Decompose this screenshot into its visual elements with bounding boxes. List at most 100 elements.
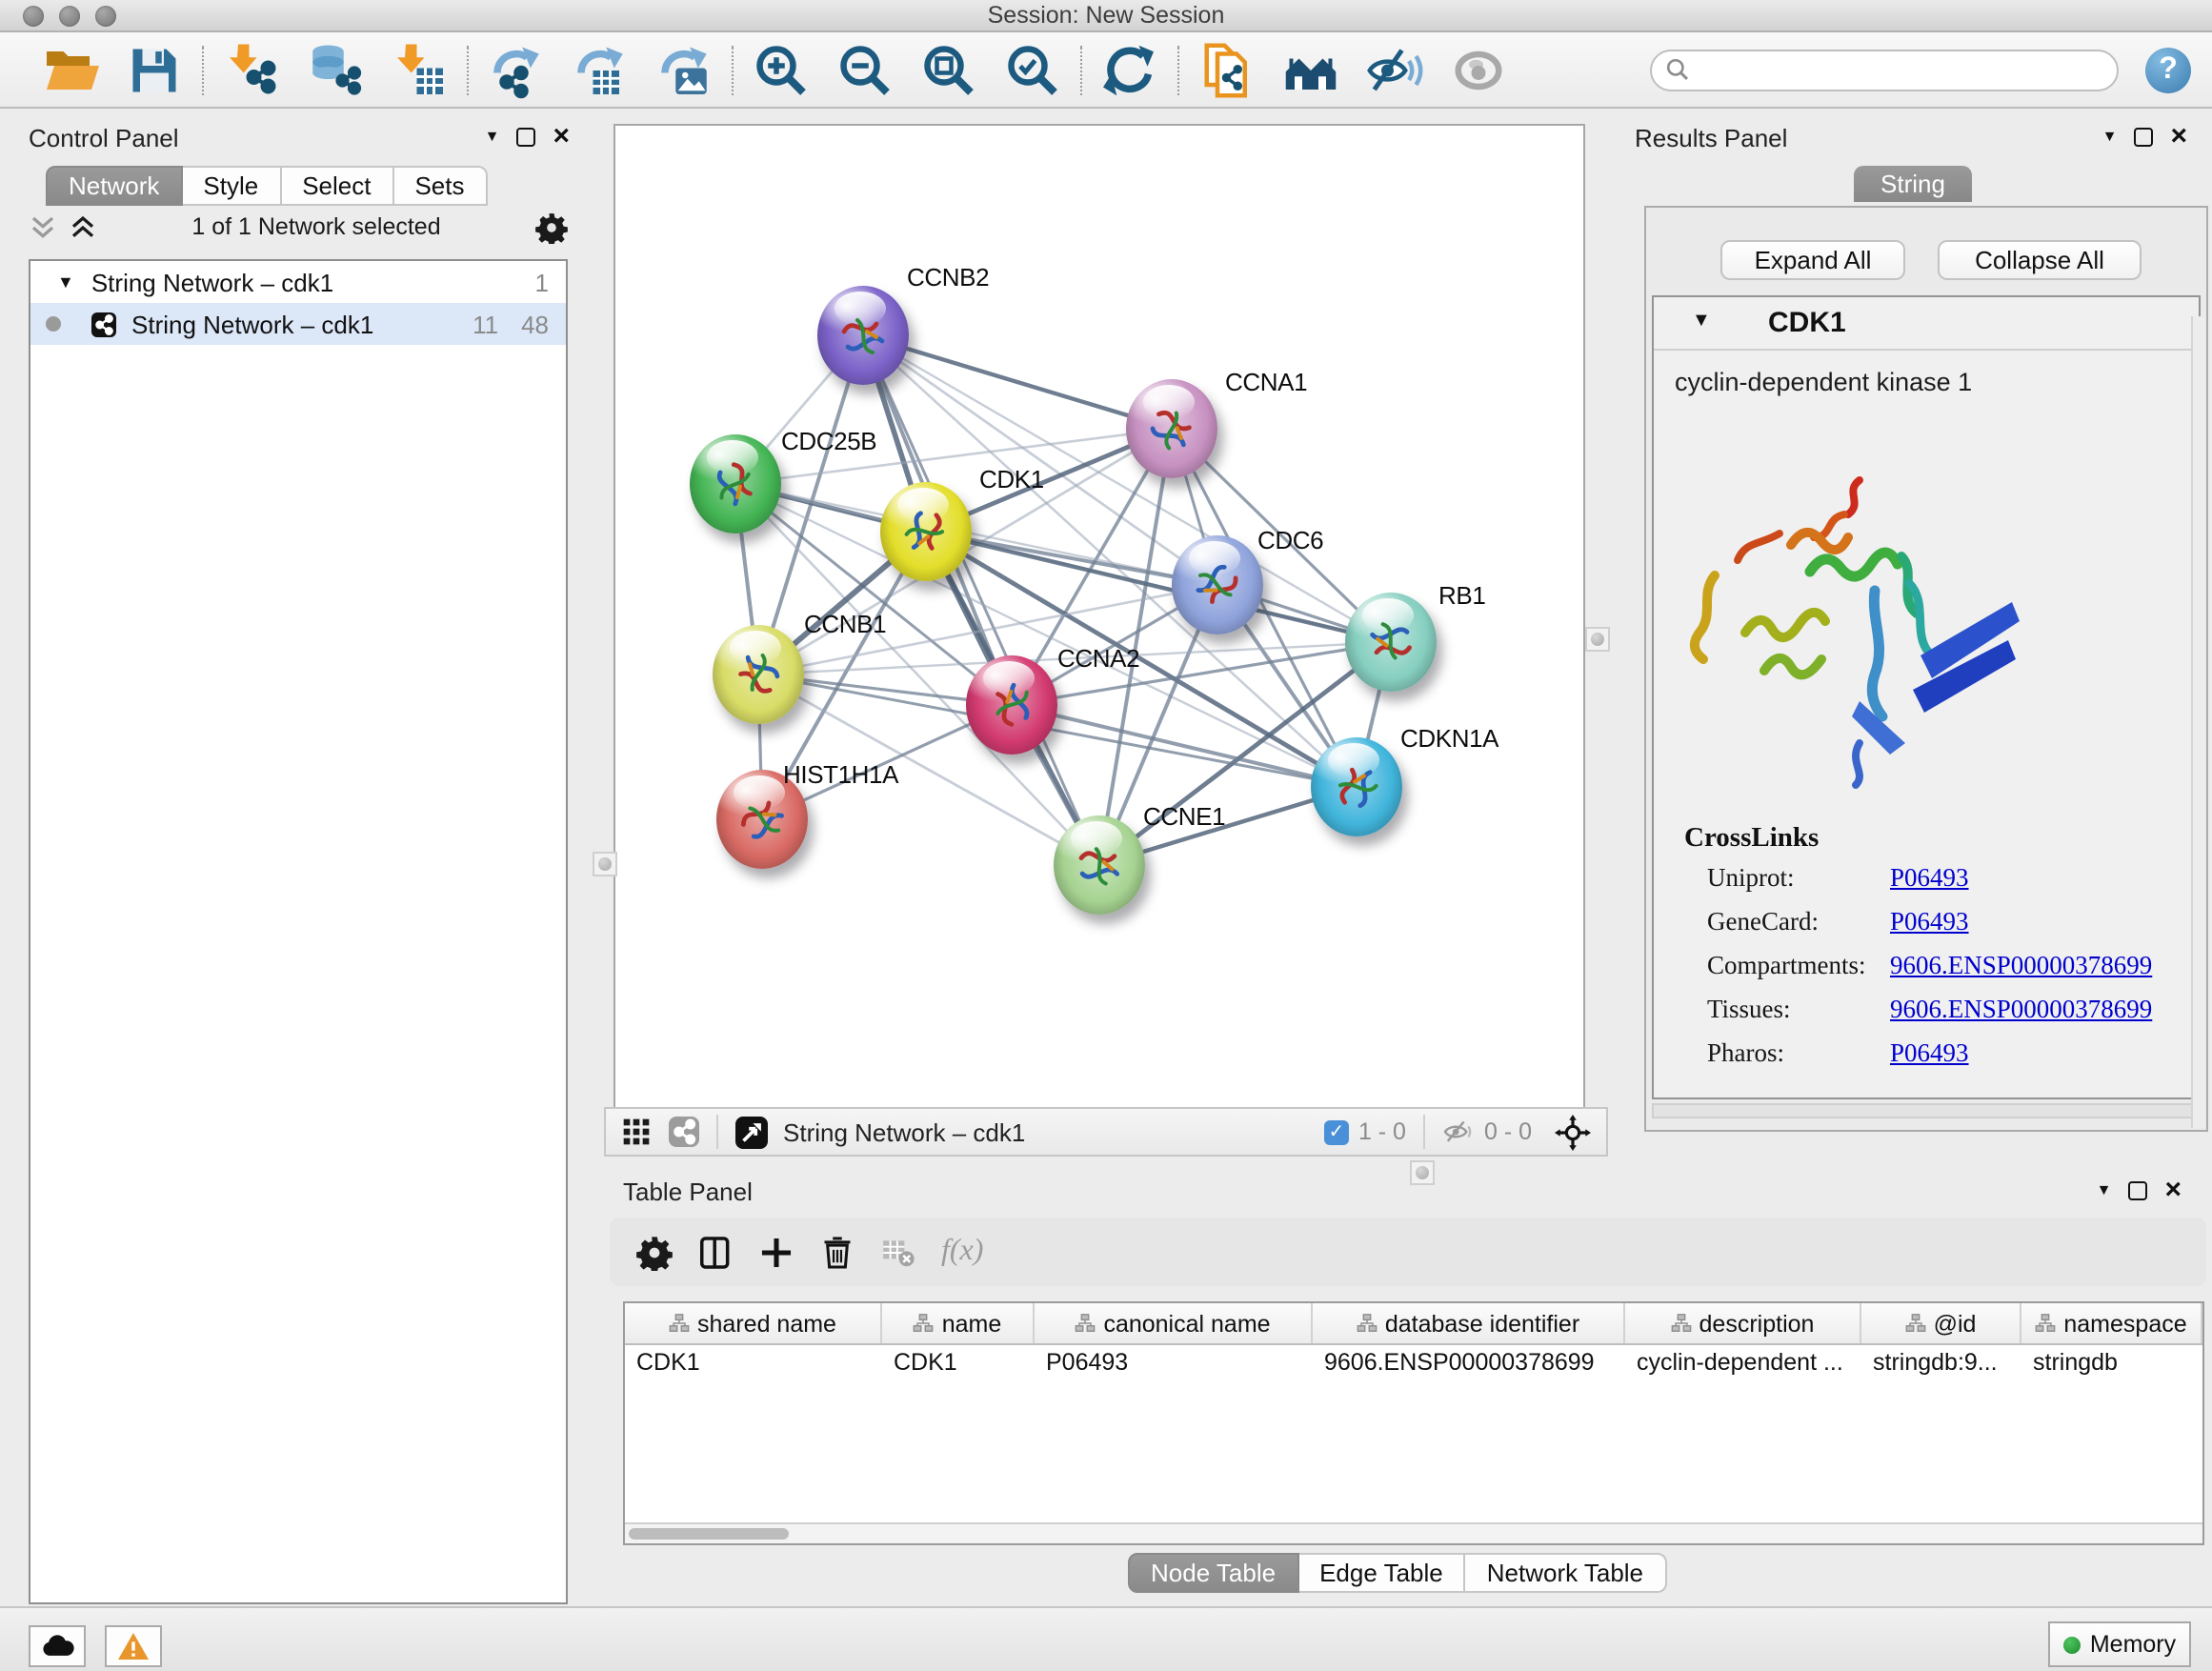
network-canvas[interactable]: CCNB2CCNA1CDC25BCDK1CDC6RB1CCNB1CCNA2CDK… (613, 124, 1585, 1109)
table-settings-gear-icon[interactable] (636, 1234, 673, 1270)
protein-thumbnail-icon (1173, 540, 1262, 630)
crosslink-link[interactable]: P06493 (1890, 1038, 1969, 1082)
import-network-database-icon[interactable] (307, 41, 364, 98)
crosslink-link[interactable]: 9606.ENSP00000378699 (1890, 951, 2152, 995)
cdk1-entry-header[interactable]: ▼ CDK1 (1654, 297, 2199, 351)
network-node-CCNB1[interactable] (713, 625, 804, 724)
selected-nodes-checkbox[interactable]: ✓ (1324, 1119, 1349, 1144)
column-header-label: name (942, 1310, 1002, 1337)
tab-node-table[interactable]: Node Table (1128, 1553, 1298, 1593)
birdseye-view-icon[interactable] (735, 1116, 768, 1148)
panel-close-icon[interactable]: × (2164, 1181, 2182, 1200)
fit-selected-crosshair-icon[interactable] (1555, 1114, 1591, 1150)
collapse-all-chevron-icon[interactable] (29, 214, 57, 239)
tab-select[interactable]: Select (281, 166, 393, 206)
crosslink-link[interactable]: P06493 (1890, 907, 1969, 951)
open-session-icon[interactable] (42, 41, 99, 98)
network-node-CDC6[interactable] (1172, 535, 1263, 634)
column-header-shared-name[interactable]: shared name (625, 1303, 882, 1343)
results-horizontal-scrollbar[interactable] (1652, 1103, 2197, 1118)
network-node-CCNB2[interactable] (817, 286, 909, 385)
expand-all-button[interactable]: Expand All (1720, 240, 1905, 280)
column-header-namespace[interactable]: namespace (2021, 1303, 2202, 1343)
panel-close-icon[interactable]: × (553, 128, 570, 147)
network-node-CDK1[interactable] (880, 482, 972, 581)
right-splitter-grip[interactable] (1585, 627, 1610, 652)
export-table-icon[interactable] (572, 41, 629, 98)
collapse-all-button[interactable]: Collapse All (1938, 240, 2142, 280)
panel-float-icon[interactable] (2128, 1181, 2147, 1200)
left-splitter-grip[interactable] (593, 852, 617, 876)
refresh-icon[interactable] (1101, 41, 1158, 98)
panel-menu-icon[interactable]: ▼ (2097, 1181, 2112, 1200)
panel-menu-icon[interactable]: ▼ (2102, 128, 2118, 147)
network-node-CCNA1[interactable] (1126, 379, 1217, 478)
table-header-row: shared name name canonical namedatabase id… (625, 1303, 2202, 1345)
panel-float-icon[interactable] (2134, 128, 2153, 147)
hide-eye-icon[interactable] (1366, 41, 1423, 98)
panel-menu-icon[interactable]: ▼ (485, 128, 500, 147)
column-header-database-identifier[interactable]: database identifier (1313, 1303, 1625, 1343)
panel-close-icon[interactable]: × (2170, 128, 2187, 147)
crosslink-link[interactable]: 9606.ENSP00000378699 (1890, 995, 2152, 1038)
memory-button[interactable]: Memory (2048, 1621, 2191, 1667)
column-header-description[interactable]: description (1625, 1303, 1861, 1343)
delete-column-trash-icon[interactable] (819, 1234, 855, 1270)
zoom-out-icon[interactable] (836, 41, 894, 98)
panel-float-icon[interactable] (516, 128, 535, 147)
column-header-canonical-name[interactable]: canonical name (1035, 1303, 1313, 1343)
network-edge-CCNA2-CDKN1A[interactable] (1012, 705, 1357, 787)
create-column-plus-icon[interactable] (758, 1234, 794, 1270)
tab-string[interactable]: String (1854, 166, 1972, 202)
import-table-icon[interactable] (391, 41, 448, 98)
toolbar-separator (202, 45, 204, 94)
save-session-icon[interactable] (126, 41, 183, 98)
network-node-CCNA2[interactable] (966, 655, 1057, 755)
node-label-CCNA2: CCNA2 (1057, 644, 1139, 673)
table-horizontal-scrollbar[interactable] (625, 1522, 2202, 1543)
tab-sets[interactable]: Sets (393, 166, 487, 206)
nested-networks-houses-icon[interactable] (1282, 41, 1339, 98)
help-icon[interactable]: ? (2145, 47, 2191, 92)
scrollbar-thumb[interactable] (629, 1528, 789, 1540)
tab-network[interactable]: Network (46, 166, 182, 206)
show-columns-icon[interactable] (697, 1234, 734, 1270)
network-selection-status: 1 of 1 Network selected (97, 213, 535, 240)
zoom-selected-icon[interactable] (1004, 41, 1061, 98)
network-row-selected[interactable]: String Network – cdk1 11 48 (30, 303, 566, 345)
network-from-clipboard-icon[interactable] (1198, 41, 1256, 98)
warnings-button[interactable] (105, 1625, 162, 1667)
network-node-CDKN1A[interactable] (1311, 737, 1402, 836)
import-network-file-icon[interactable] (223, 41, 280, 98)
tree-expand-icon[interactable]: ▼ (57, 272, 74, 292)
crosslink-link[interactable]: P06493 (1890, 863, 1969, 907)
crosslink-row: Tissues:9606.ENSP00000378699 (1707, 995, 2183, 1038)
collapse-entry-icon[interactable]: ▼ (1692, 311, 1711, 332)
search-icon (1665, 57, 1690, 82)
network-node-CDC25B[interactable] (690, 434, 781, 534)
tab-edge-table[interactable]: Edge Table (1298, 1553, 1466, 1593)
search-input[interactable] (1650, 49, 2119, 91)
table-panel-window-controls: ▼ × (2097, 1181, 2182, 1200)
expand-all-chevron-icon[interactable] (69, 214, 97, 239)
network-node-CCNE1[interactable] (1054, 815, 1145, 915)
zoom-fit-icon[interactable] (920, 41, 977, 98)
table-row[interactable]: CDK1CDK1P064939606.ENSP00000378699cyclin… (625, 1345, 2202, 1381)
column-header--id[interactable]: @id (1861, 1303, 2021, 1343)
column-header-name[interactable]: name (882, 1303, 1035, 1343)
network-node-RB1[interactable] (1345, 593, 1437, 692)
tab-style[interactable]: Style (182, 166, 281, 206)
tab-network-table[interactable]: Network Table (1466, 1553, 1666, 1593)
network-edge-CCNB2-CCNA1[interactable] (863, 335, 1172, 429)
results-vertical-scrollbar[interactable] (2191, 316, 2204, 1128)
grid-view-icon[interactable] (621, 1117, 652, 1147)
export-image-icon[interactable] (655, 41, 713, 98)
node-label-RB1: RB1 (1438, 581, 1485, 610)
network-options-gear-icon[interactable] (535, 211, 568, 243)
zoom-in-icon[interactable] (753, 41, 810, 98)
network-share-view-icon[interactable] (669, 1117, 699, 1147)
export-network-icon[interactable] (488, 41, 545, 98)
cloud-button[interactable] (29, 1625, 86, 1667)
network-collection-row[interactable]: ▼ String Network – cdk1 1 (30, 261, 566, 303)
crosslink-row: Uniprot:P06493 (1707, 863, 2183, 907)
